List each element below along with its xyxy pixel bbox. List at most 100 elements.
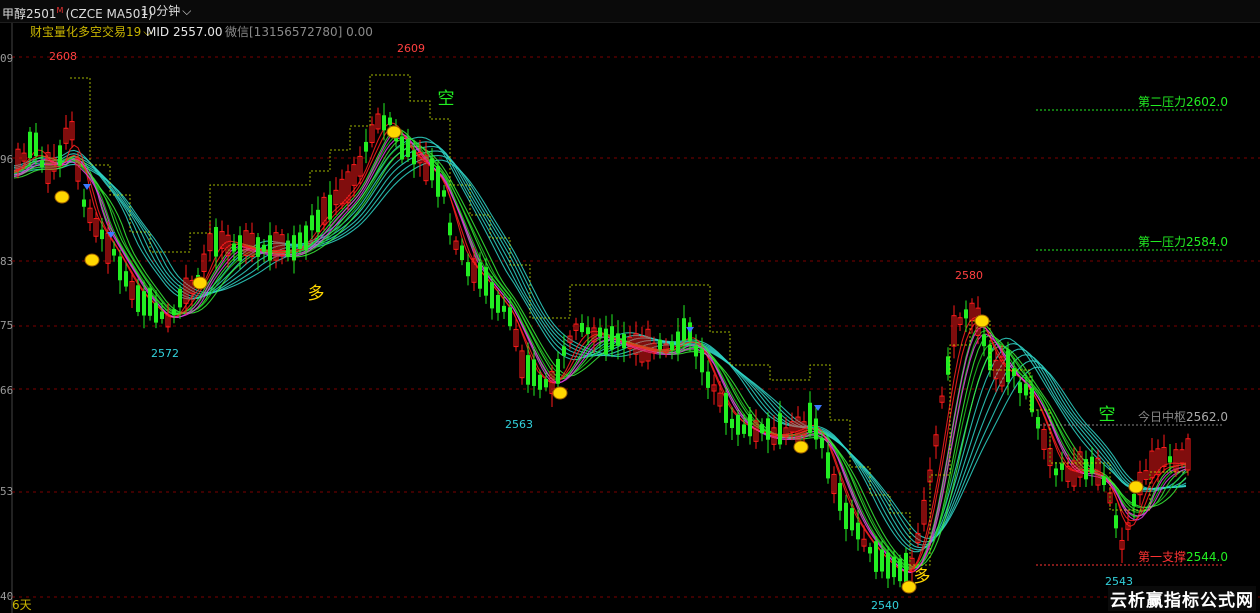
candle-body	[28, 131, 32, 159]
contract-code: (CZCE MA501)	[65, 7, 153, 21]
long-signal-label: 多	[308, 284, 325, 304]
level-label: 第一压力	[1138, 235, 1186, 249]
gold-ingot-icon	[386, 125, 402, 139]
candle-body	[148, 288, 152, 316]
candle-body	[58, 145, 62, 166]
candle-body	[484, 267, 488, 296]
candle-body	[508, 307, 512, 327]
chevron-down-icon: ⌵	[182, 4, 192, 18]
candle-body	[1012, 368, 1016, 377]
candle-body	[100, 229, 104, 240]
candle-body	[412, 150, 416, 165]
candle-body	[1018, 382, 1022, 394]
candle-body	[430, 158, 434, 181]
candle-body	[892, 556, 896, 578]
candle-body	[34, 132, 38, 157]
short-signal-label: 空	[438, 89, 455, 109]
candle-body	[460, 245, 464, 261]
short-signal-label: 空	[1099, 405, 1116, 425]
candle-body	[694, 345, 698, 357]
level-value: 2584.0	[1186, 235, 1228, 249]
candle-body	[850, 508, 854, 531]
gold-ingot-icon	[793, 440, 809, 454]
candle-body	[736, 414, 740, 435]
title-bar: 甲醇2501M (CZCE MA501) 10分钟 ⌵	[0, 0, 1260, 23]
candle-body	[700, 349, 704, 373]
candle-body	[730, 418, 734, 429]
y-tick: 53	[0, 485, 14, 498]
candle-body	[676, 331, 680, 354]
indicator-selector[interactable]: 财宝量化多空交易19 ⌵	[30, 22, 152, 42]
candle-body	[490, 282, 494, 309]
candle-body	[436, 166, 440, 197]
candle-body	[406, 139, 410, 157]
candle-body	[706, 371, 710, 388]
level-value: 2602.0	[1186, 95, 1228, 109]
y-tick: 83	[0, 255, 14, 268]
main-contract-mark: M	[56, 6, 64, 15]
candle-body	[388, 117, 392, 125]
candle-body	[556, 358, 560, 384]
candle-body	[1084, 459, 1088, 480]
gold-ingot-icon	[54, 190, 70, 204]
candle-body	[40, 160, 44, 168]
candle-body	[610, 326, 614, 350]
candle-body	[268, 235, 272, 261]
long-signal-label: 多	[914, 567, 931, 587]
candle-body	[814, 418, 818, 440]
candle-body	[898, 559, 902, 582]
timeframe-selector[interactable]: 10分钟 ⌵	[141, 0, 191, 22]
candle-body	[1060, 463, 1064, 470]
candle-body	[526, 355, 530, 385]
candle-body	[238, 235, 242, 261]
level-value: 2562.0	[1186, 410, 1228, 424]
candle-body	[496, 295, 500, 313]
candle-body	[466, 262, 470, 277]
level-label: 今日中枢	[1138, 409, 1186, 424]
candle-body	[562, 346, 566, 356]
arrow-down-icon	[686, 327, 694, 333]
candle-body	[1006, 350, 1010, 382]
gold-ingot-icon	[84, 253, 100, 267]
candle-body	[112, 248, 116, 256]
contact-info: 微信[13156572780] 0.00	[225, 25, 373, 39]
candle-body	[160, 311, 164, 319]
candle-body	[1054, 468, 1058, 476]
price-axis: 09 96 83 75 66 53 40	[0, 22, 14, 613]
candle-body	[118, 256, 122, 281]
y-tick: 96	[0, 153, 14, 166]
candle-body	[1036, 417, 1040, 429]
candle-body	[622, 334, 626, 349]
candle-body	[142, 291, 146, 316]
candle-body	[580, 322, 584, 333]
candle-body	[442, 190, 446, 197]
candle-body	[1132, 493, 1136, 507]
y-tick: 66	[0, 384, 14, 397]
candle-body	[886, 552, 890, 579]
candle-body	[880, 549, 884, 572]
candle-body	[136, 285, 140, 312]
candle-body	[178, 288, 182, 308]
candle-body	[742, 424, 746, 434]
candle-body	[256, 237, 260, 257]
y-tick: 75	[0, 319, 14, 332]
candle-body	[874, 541, 878, 572]
candle-body	[286, 240, 290, 258]
candle-body	[544, 379, 548, 388]
candle-body	[616, 333, 620, 346]
candle-body	[1102, 476, 1106, 486]
level-value: 2544.0	[1186, 550, 1228, 564]
price-label: 2608	[49, 50, 77, 63]
candle-body	[982, 334, 986, 347]
candle-body	[328, 194, 332, 220]
gold-ingot-icon	[974, 314, 990, 328]
candle-body	[760, 424, 764, 434]
indicator-name: 财宝量化多空交易19	[30, 25, 142, 39]
period-count: 6天	[12, 598, 32, 612]
candle-body	[400, 136, 404, 160]
price-chart[interactable]: 第二压力 2602.0 第一压力 2584.0 今日中枢 2562.0 第一支撑 2544.0…	[0, 0, 1260, 613]
candle-body	[262, 244, 266, 252]
candle-body	[304, 225, 308, 251]
candle-body	[292, 235, 296, 261]
candle-body	[232, 243, 236, 252]
